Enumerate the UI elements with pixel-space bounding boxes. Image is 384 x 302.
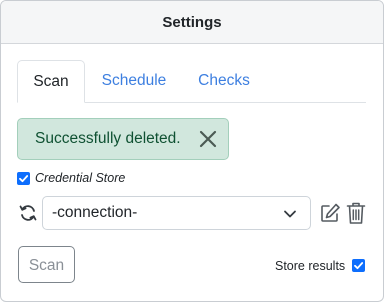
connection-select[interactable]: -connection- <box>42 196 311 230</box>
checkmark-icon <box>19 174 29 182</box>
refresh-icon[interactable] <box>18 203 38 223</box>
chevron-down-icon <box>283 207 297 219</box>
settings-window: Settings Scan Schedule Checks Successful… <box>0 0 384 302</box>
store-results-checkbox[interactable] <box>352 259 366 272</box>
edit-icon[interactable] <box>319 202 341 224</box>
alert-message: Successfully deleted. <box>35 130 181 147</box>
checkmark-icon <box>354 262 364 270</box>
store-results-label: Store results <box>275 258 346 273</box>
credential-store-checkbox[interactable] <box>17 171 30 185</box>
tab-bar: Scan Schedule Checks <box>17 60 366 103</box>
tab-scan[interactable]: Scan <box>17 60 85 103</box>
success-alert: Successfully deleted. <box>17 118 229 160</box>
store-results-toggle[interactable]: Store results <box>275 257 366 274</box>
trash-icon[interactable] <box>346 201 366 225</box>
tab-checks[interactable]: Checks <box>189 60 259 101</box>
window-title: Settings <box>162 13 222 31</box>
close-icon[interactable] <box>198 129 218 149</box>
scan-button[interactable]: Scan <box>18 246 75 283</box>
credential-store-toggle[interactable]: Credential Store <box>17 170 125 186</box>
credential-store-label: Credential Store <box>35 171 126 185</box>
window-header: Settings <box>1 1 383 44</box>
tab-schedule[interactable]: Schedule <box>92 60 176 101</box>
connection-selected-value: -connection- <box>52 204 138 221</box>
